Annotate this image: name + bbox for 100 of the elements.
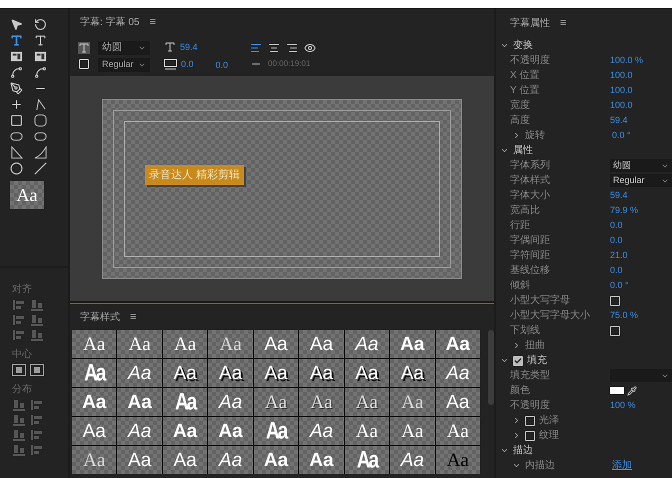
style-swatch[interactable]: Aa (72, 388, 116, 416)
chevron-right-icon[interactable] (512, 416, 521, 425)
eyedropper-icon[interactable] (627, 386, 637, 396)
style-swatch[interactable]: Aa (390, 330, 435, 358)
style-swatch[interactable]: Aa (117, 388, 162, 416)
style-swatch[interactable]: Aa (436, 388, 480, 416)
style-swatch[interactable]: Aa (436, 446, 480, 474)
style-swatch[interactable]: Aa (117, 359, 162, 387)
style-swatch[interactable]: Aa (390, 446, 435, 474)
property-value[interactable]: 59.4 (610, 188, 628, 202)
rect-tool-icon[interactable] (10, 114, 23, 127)
roundrect-tool-icon[interactable] (34, 114, 47, 127)
text-box-icon[interactable] (78, 42, 90, 54)
style-swatch[interactable]: Aa (254, 388, 298, 416)
style-swatch[interactable]: Aa (344, 330, 390, 358)
chevron-down-icon[interactable] (512, 461, 521, 470)
scrollbar[interactable] (488, 330, 494, 405)
type-tool-icon[interactable] (10, 34, 23, 47)
style-swatch[interactable]: Aa (208, 330, 253, 358)
property-value[interactable]: 100.0 (610, 84, 633, 98)
text-align-icon[interactable] (268, 42, 280, 54)
chevron-down-icon[interactable] (500, 356, 509, 365)
panel-menu[interactable]: ≡ (149, 14, 156, 30)
style-swatch[interactable]: Aa (436, 330, 480, 358)
style-swatch[interactable]: Aa (208, 359, 253, 387)
style-swatch[interactable]: Aa (390, 388, 435, 416)
style-swatch[interactable]: Aa (299, 446, 344, 474)
wedge-tool-icon[interactable] (10, 146, 23, 159)
style-swatch[interactable]: Aa (72, 417, 116, 445)
style-swatch[interactable]: Aa (344, 446, 390, 474)
style-swatch[interactable]: Aa (390, 417, 435, 445)
font-style-dropdown[interactable]: Regular (98, 58, 150, 72)
checkbox[interactable] (525, 430, 535, 440)
panel-menu[interactable]: ≡ (560, 14, 566, 32)
checkbox[interactable] (513, 356, 523, 366)
line-tool-icon[interactable] (34, 162, 47, 175)
font-family-dropdown[interactable]: 幼圆 (98, 40, 150, 54)
select-tool-icon[interactable] (10, 18, 23, 31)
chevron-right-icon[interactable] (512, 131, 521, 140)
chevron-right-icon[interactable] (512, 431, 521, 440)
dropdown[interactable]: 幼圆 (610, 159, 672, 172)
dropdown[interactable]: Regular (610, 174, 672, 187)
style-swatch[interactable]: Aa (162, 359, 208, 387)
eye-icon[interactable] (304, 42, 316, 54)
property-value[interactable]: 75.0 % (610, 308, 638, 322)
font-size-value[interactable]: 59.4 (180, 40, 198, 54)
property-value[interactable]: 0.0 (610, 218, 623, 232)
style-swatch[interactable]: Aa (299, 388, 344, 416)
pen-tool-icon[interactable] (10, 82, 23, 95)
chevron-right-icon[interactable] (512, 341, 521, 350)
property-value[interactable]: 59.4 (610, 114, 628, 128)
property-value[interactable]: 100.0 % (610, 54, 644, 68)
kerning-value[interactable]: 0.0 (181, 58, 194, 72)
style-swatch[interactable]: Aa (208, 417, 253, 445)
style-swatch[interactable]: Aa (162, 417, 208, 445)
style-swatch[interactable]: Aa (117, 330, 162, 358)
rotate-tool-icon[interactable] (34, 18, 47, 31)
tracking-value[interactable]: 0.0 (216, 58, 228, 72)
style-swatch[interactable]: Aa (117, 446, 162, 474)
style-swatch[interactable]: Aa (72, 359, 116, 387)
ellipse-tool-icon[interactable] (10, 162, 23, 175)
chevron-down-icon[interactable] (500, 446, 509, 455)
property-value[interactable]: 0.0 ° (610, 278, 629, 292)
chevron-down-icon[interactable] (500, 146, 509, 155)
property-value[interactable]: 0.0 ° (612, 128, 631, 142)
style-swatch[interactable]: Aa (254, 330, 298, 358)
style-swatch[interactable]: Aa (254, 417, 298, 445)
center-icon[interactable] (12, 364, 26, 376)
varea-tool-icon[interactable] (34, 50, 47, 63)
style-swatch[interactable]: Aa (299, 330, 344, 358)
center-icon[interactable] (30, 364, 44, 376)
style-swatch[interactable]: Aa (254, 446, 298, 474)
text-align-icon[interactable] (250, 42, 262, 54)
property-value[interactable]: 100.0 (610, 68, 633, 82)
style-swatch[interactable]: Aa (72, 446, 116, 474)
style-swatch[interactable]: Aa (72, 330, 116, 358)
checkbox[interactable] (610, 296, 620, 306)
penplus-tool-icon[interactable] (10, 98, 23, 111)
style-swatch[interactable]: Aa (254, 359, 298, 387)
property-value[interactable]: 100 % (610, 398, 636, 412)
style-swatch[interactable]: Aa (208, 446, 253, 474)
style-swatch[interactable]: Aa (344, 417, 390, 445)
style-swatch[interactable]: Aa (117, 417, 162, 445)
style-swatch[interactable]: Aa (436, 359, 480, 387)
arc-tool-icon[interactable] (34, 146, 47, 159)
property-value[interactable]: 0.0 (610, 234, 623, 248)
area-tool-icon[interactable] (10, 50, 23, 63)
property-value[interactable]: 21.0 (610, 248, 628, 262)
style-swatch[interactable]: Aa (162, 330, 208, 358)
style-swatch[interactable]: Aa (162, 446, 208, 474)
style-swatch[interactable]: Aa (299, 359, 344, 387)
add-link[interactable]: 添加 (612, 458, 632, 473)
text-align-icon[interactable] (286, 42, 298, 54)
style-swatch[interactable]: Aa (299, 417, 344, 445)
style-swatch[interactable]: Aa (390, 359, 435, 387)
panel-menu[interactable]: ≡ (130, 308, 136, 326)
property-value[interactable]: 0.0 (610, 264, 623, 278)
style-swatch[interactable]: Aa (208, 388, 253, 416)
vpath-tool-icon[interactable] (34, 66, 47, 79)
path-tool-icon[interactable] (10, 66, 23, 79)
